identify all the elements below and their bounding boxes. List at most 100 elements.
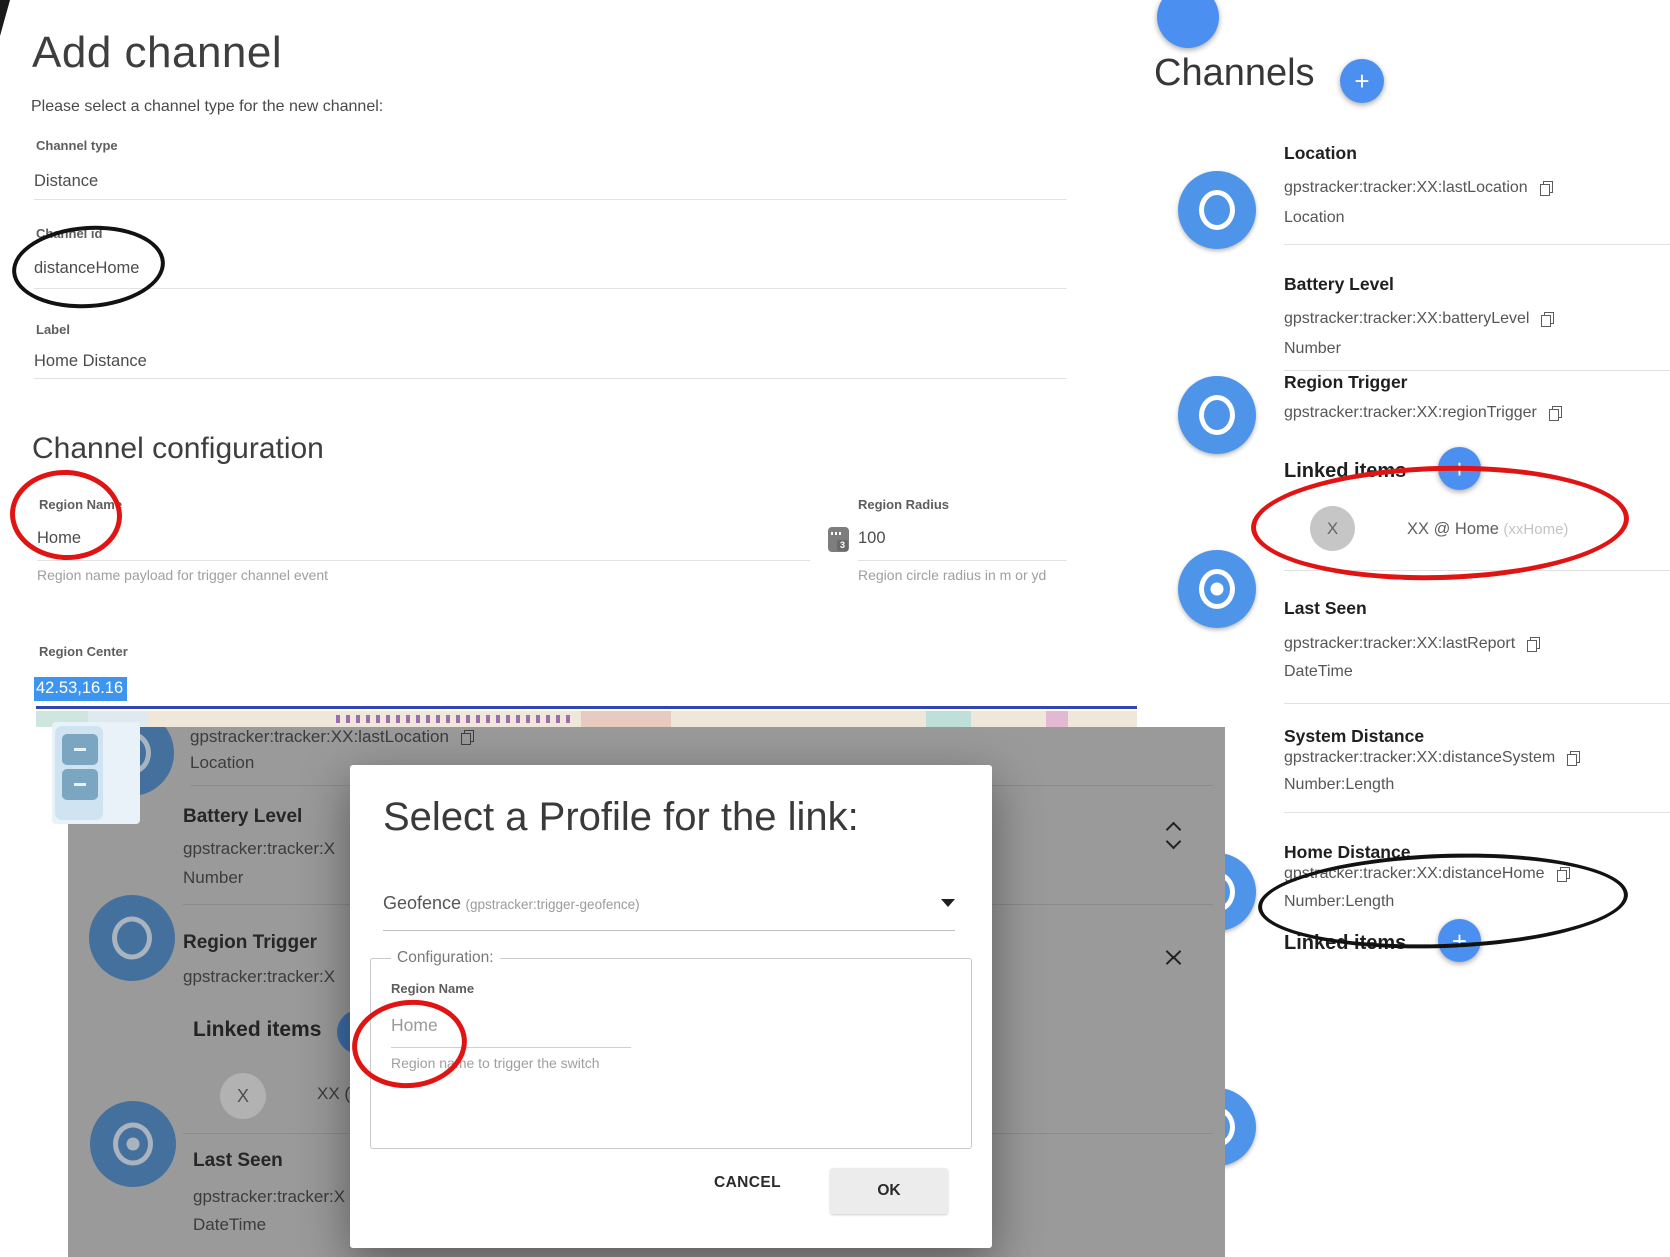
copy-icon[interactable] (1557, 867, 1570, 882)
linked-item-avatar: X (1310, 506, 1355, 551)
dim-channel-type-text: DateTime (193, 1215, 266, 1235)
dim-copy-icon (461, 730, 474, 745)
add-linked-item-fab[interactable]: + (1438, 447, 1481, 490)
region-name-label: Region Name (39, 497, 122, 512)
copy-icon[interactable] (1541, 312, 1554, 327)
configuration-fieldset: Configuration: Region Name Home Region n… (370, 958, 972, 1149)
keypad-icon[interactable] (828, 527, 849, 552)
section-title: Channel configuration (32, 432, 324, 466)
region-name-helper: Region name payload for trigger channel … (37, 567, 328, 583)
region-center-label: Region Center (39, 644, 128, 659)
dim-linked-item-label: XX ( (317, 1084, 350, 1104)
map-fragment-strip (36, 711, 1137, 727)
modal-region-name-helper: Region name to trigger the switch (391, 1055, 600, 1071)
dim-channel-id-text: gpstracker:tracker:X (183, 839, 335, 859)
channel-type-text: Number:Length (1284, 893, 1394, 911)
add-channel-fab[interactable]: + (1340, 59, 1384, 103)
channel-state-icon (1178, 171, 1256, 249)
list-divider (1284, 703, 1670, 704)
profile-select-underline (383, 930, 955, 931)
add-linked-item-fab[interactable]: + (1438, 919, 1481, 962)
dim-channel-id-row: gpstracker:tracker:XX:lastLocation (190, 727, 474, 747)
scroll-top-fab[interactable] (1157, 0, 1219, 48)
list-divider (1284, 244, 1670, 245)
modal-region-name-underline (391, 1047, 631, 1048)
profile-dialog: Select a Profile for the link: Geofence … (350, 765, 992, 1248)
region-radius-helper: Region circle radius in m or yd (858, 567, 1046, 583)
region-name-underline (37, 560, 810, 561)
dim-channel-title: Last Seen (193, 1150, 283, 1172)
dim-channel-type-text: Number (183, 868, 243, 888)
copy-icon[interactable] (1549, 406, 1562, 421)
map-zoom-panel (55, 726, 103, 820)
list-divider (1284, 370, 1670, 371)
channel-id-row: gpstracker:tracker:XX:distanceSystem (1284, 749, 1580, 767)
dim-channel-state-icon (89, 895, 175, 981)
channel-id-text: gpstracker:tracker:XX:distanceHome (1284, 865, 1545, 883)
dim-linked-items-heading: Linked items (193, 1018, 321, 1042)
region-center-focus-underline (36, 706, 1137, 709)
region-radius-label: Region Radius (858, 497, 949, 512)
channel-id-label: Channel id (36, 226, 102, 241)
label-field[interactable]: Home Distance (34, 352, 147, 371)
profile-select-value: Geofence (383, 893, 461, 913)
channel-id-row: gpstracker:tracker:XX:batteryLevel (1284, 310, 1554, 328)
channel-title: Home Distance (1284, 842, 1410, 863)
chevron-down-icon (941, 899, 955, 907)
channels-heading: Channels (1154, 52, 1315, 95)
screenshot-root: Add channel Please select a channel type… (0, 0, 1670, 1257)
annotation-ellipse-red-region-name (8, 467, 125, 563)
channel-id-text: gpstracker:tracker:XX:regionTrigger (1284, 404, 1537, 422)
page-title: Add channel (32, 28, 282, 78)
channel-id-row: gpstracker:tracker:XX:lastLocation (1284, 179, 1553, 197)
channel-type-text: Location (1284, 209, 1345, 227)
modal-region-name-field[interactable]: Home (391, 1015, 438, 1036)
ok-button[interactable]: OK (830, 1168, 948, 1214)
channel-id-row: gpstracker:tracker:XX:regionTrigger (1284, 404, 1562, 422)
dim-channel-id-text: gpstracker:tracker:XX:lastLocation (190, 727, 449, 747)
dim-channel-trigger-icon (90, 1101, 176, 1187)
dim-channel-title: Battery Level (183, 806, 302, 828)
channel-id-field[interactable]: distanceHome (34, 259, 139, 278)
channel-trigger-icon (1178, 550, 1256, 628)
channel-id-text: gpstracker:tracker:XX:lastReport (1284, 635, 1515, 653)
profile-select-hint: (gpstracker:trigger-geofence) (466, 897, 640, 912)
region-radius-underline (858, 560, 1067, 561)
label-field-label: Label (36, 322, 70, 337)
channel-type-text: DateTime (1284, 663, 1353, 681)
linked-item-label: XX @ Home (1407, 520, 1499, 538)
copy-icon[interactable] (1540, 181, 1553, 196)
profile-select[interactable]: Geofence (gpstracker:trigger-geofence) (383, 893, 955, 914)
modal-region-name-label: Region Name (391, 981, 474, 996)
channel-title: System Distance (1284, 726, 1424, 747)
region-center-field[interactable]: 42.53,16.16 (34, 677, 127, 701)
list-divider (1284, 570, 1670, 571)
channel-state-icon (1178, 376, 1256, 454)
channel-type-underline (34, 199, 1067, 200)
channel-id-text: gpstracker:tracker:XX:lastLocation (1284, 179, 1528, 197)
copy-icon[interactable] (1527, 637, 1540, 652)
dialog-title: Select a Profile for the link: (383, 795, 859, 840)
corner-artifact (0, 0, 10, 36)
reorder-unfold-less-icon (1168, 946, 1179, 969)
copy-icon[interactable] (1567, 751, 1580, 766)
channel-id-row: gpstracker:tracker:XX:distanceHome (1284, 865, 1570, 883)
linked-items-heading: Linked items (1284, 932, 1406, 955)
dim-channel-id-text: gpstracker:tracker:X (193, 1187, 345, 1207)
linked-item-row[interactable]: XX @ Home (xxHome) (1407, 520, 1568, 539)
linked-items-heading: Linked items (1284, 460, 1406, 483)
channel-type-field[interactable]: Distance (34, 172, 98, 191)
dim-channel-title: Region Trigger (183, 932, 317, 954)
dim-linked-item-avatar: X (220, 1073, 266, 1119)
map-zoom-out-button (62, 769, 98, 800)
region-radius-field[interactable]: 100 (858, 529, 886, 548)
channel-id-text: gpstracker:tracker:XX:batteryLevel (1284, 310, 1529, 328)
linked-item-hint: (xxHome) (1503, 521, 1568, 538)
region-name-field[interactable]: Home (37, 529, 81, 548)
cancel-button[interactable]: CANCEL (708, 1173, 787, 1193)
list-divider (1284, 812, 1670, 813)
channel-id-underline (34, 288, 1067, 289)
channel-type-label: Channel type (36, 138, 118, 153)
map-control-area (52, 722, 140, 824)
page-subtitle: Please select a channel type for the new… (31, 98, 383, 116)
